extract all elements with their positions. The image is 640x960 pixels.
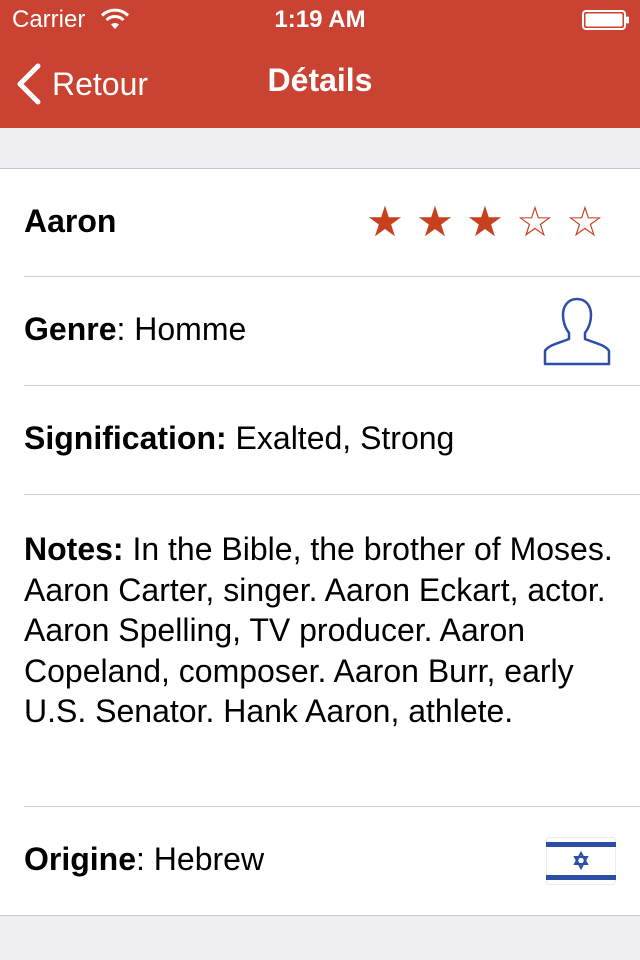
notes-row: Notes: In the Bible, the brother of Mose… bbox=[24, 495, 640, 807]
star-rating[interactable]: ★ ★ ★ ☆ ☆ bbox=[360, 201, 610, 243]
origin-value: : Hebrew bbox=[136, 841, 265, 877]
origin-text: Origine: Hebrew bbox=[24, 841, 264, 878]
meaning-text: Signification: Exalted, Strong bbox=[24, 420, 454, 457]
meaning-label: Signification: bbox=[24, 420, 227, 456]
status-bar: Carrier 1:19 AM bbox=[0, 0, 640, 40]
star-empty-icon[interactable]: ☆ bbox=[510, 201, 560, 243]
details-list: Aaron ★ ★ ★ ☆ ☆ Genre: Homme Significati… bbox=[0, 168, 640, 916]
star-filled-icon[interactable]: ★ bbox=[460, 201, 510, 243]
page-title: Détails bbox=[267, 62, 373, 98]
star-empty-icon[interactable]: ☆ bbox=[560, 201, 610, 243]
genre-label: Genre bbox=[24, 311, 117, 347]
star-filled-icon[interactable]: ★ bbox=[410, 201, 460, 243]
genre-row: Genre: Homme bbox=[24, 277, 640, 386]
name-value: Aaron bbox=[24, 203, 117, 239]
israel-flag-icon bbox=[546, 837, 616, 885]
navigation-header: Carrier 1:19 AM Retour Détails bbox=[0, 0, 640, 128]
notes-text: Notes: In the Bible, the brother of Mose… bbox=[24, 529, 620, 732]
genre-text: Genre: Homme bbox=[24, 311, 246, 348]
meaning-row: Signification: Exalted, Strong bbox=[24, 386, 640, 495]
battery-icon bbox=[582, 10, 629, 30]
notes-label: Notes: bbox=[24, 531, 124, 567]
genre-value: : Homme bbox=[116, 311, 247, 347]
name-row: Aaron ★ ★ ★ ☆ ☆ bbox=[24, 169, 640, 277]
star-filled-icon[interactable]: ★ bbox=[360, 201, 410, 243]
status-time: 1:19 AM bbox=[274, 6, 366, 33]
meaning-value: Exalted, Strong bbox=[226, 420, 455, 456]
origin-label: Origine bbox=[24, 841, 137, 877]
origin-row: Origine: Hebrew bbox=[24, 807, 640, 917]
person-icon bbox=[543, 297, 611, 366]
